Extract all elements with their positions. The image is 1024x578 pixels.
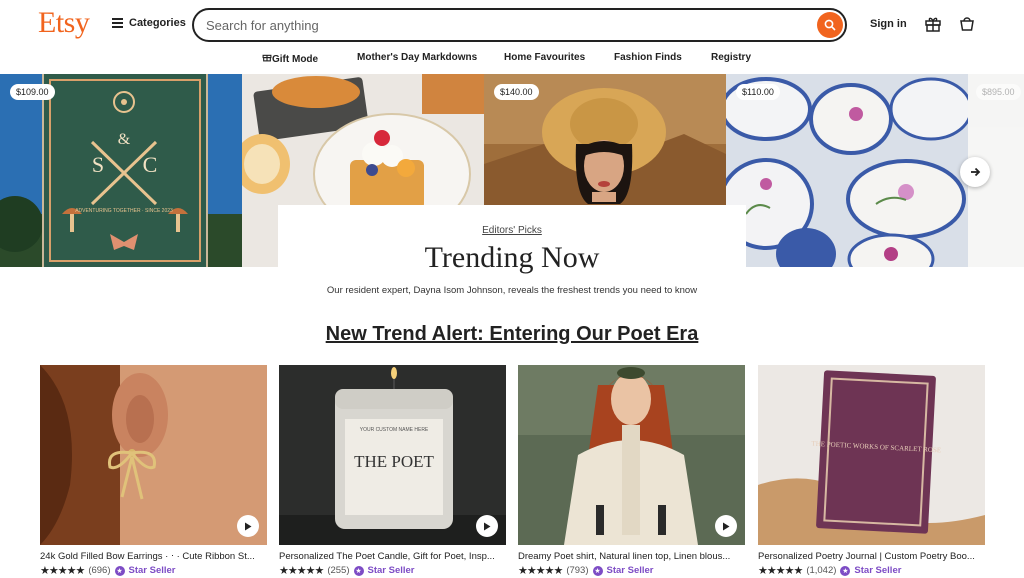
star-seller-icon: ★ <box>114 565 125 576</box>
sign-in-link[interactable]: Sign in <box>870 18 907 30</box>
play-icon <box>245 522 252 530</box>
product-title[interactable]: Personalized The Poet Candle, Gift for P… <box>279 551 506 562</box>
hero-image-pottery[interactable]: $110.00 <box>726 74 968 267</box>
price-tag: $140.00 <box>494 84 539 100</box>
price-tag: $109.00 <box>10 84 55 100</box>
search-bar <box>192 8 847 42</box>
star-seller-icon: ★ <box>592 565 603 576</box>
categories-button[interactable]: Categories <box>112 17 186 29</box>
tapestry-illustration: & S C ADVENTURING TOGETHER · SINCE 2023 <box>0 74 242 267</box>
review-count: (1,042) <box>806 565 837 576</box>
nav-item-mothers-day[interactable]: Mother's Day Markdowns <box>357 52 477 63</box>
review-count: (793) <box>566 565 589 576</box>
product-title[interactable]: 24k Gold Filled Bow Earrings · ⋅ · Cute … <box>40 551 267 562</box>
candle-label-top: YOUR CUSTOM NAME HERE <box>360 427 429 433</box>
gift-icon[interactable] <box>924 15 942 33</box>
star-seller-icon: ★ <box>353 565 364 576</box>
svg-text:&: & <box>118 131 131 148</box>
product-title[interactable]: Dreamy Poet shirt, Natural linen top, Li… <box>518 551 745 562</box>
hero-image-tapestry[interactable]: & S C ADVENTURING TOGETHER · SINCE 2023 … <box>0 74 242 267</box>
product-image-journal[interactable]: THE POETIC WORKS OF SCARLET ROSE <box>758 365 985 545</box>
carousel-next-button[interactable] <box>960 157 990 187</box>
trending-description: Our resident expert, Dayna Isom Johnson,… <box>326 285 698 296</box>
nav-item-fashion-finds[interactable]: Fashion Finds <box>614 52 682 63</box>
play-icon <box>723 522 730 530</box>
nav-item-gift-mode[interactable]: Gift Mode <box>262 52 318 65</box>
price-tag: $895.00 <box>976 84 1021 100</box>
poet-shirt-photo <box>518 365 745 545</box>
star-seller-label: Star Seller <box>854 565 902 576</box>
nav-item-registry[interactable]: Registry <box>711 52 751 63</box>
video-play-button[interactable] <box>715 515 737 537</box>
rating-stars: ★★★★★ <box>758 565 803 577</box>
search-icon <box>824 19 836 31</box>
editors-picks-card: Editors' Picks Trending Now Our resident… <box>278 205 746 330</box>
pottery-photo <box>726 74 968 267</box>
review-count: (255) <box>327 565 350 576</box>
journal-photo: THE POETIC WORKS OF SCARLET ROSE <box>758 365 985 545</box>
etsy-logo[interactable]: Etsy <box>38 6 90 40</box>
rating-stars: ★★★★★ <box>518 565 563 577</box>
price-tag: $110.00 <box>736 84 780 100</box>
star-seller-label: Star Seller <box>128 565 176 576</box>
video-play-button[interactable] <box>237 515 259 537</box>
category-nav: Gift Mode Mother's Day Markdowns Home Fa… <box>0 50 1024 68</box>
review-count: (696) <box>88 565 111 576</box>
product-rating: ★★★★★ (696) ★ Star Seller <box>40 564 267 577</box>
product-rating: ★★★★★ (255) ★ Star Seller <box>279 564 506 577</box>
trending-title: Trending Now <box>424 241 600 274</box>
rating-stars: ★★★★★ <box>40 565 85 577</box>
star-seller-label: Star Seller <box>606 565 654 576</box>
product-title[interactable]: Personalized Poetry Journal | Custom Poe… <box>758 551 985 562</box>
svg-text:C: C <box>143 152 158 177</box>
svg-text:S: S <box>92 152 104 177</box>
star-seller-label: Star Seller <box>367 565 415 576</box>
arrow-right-icon <box>971 167 981 177</box>
video-play-button[interactable] <box>476 515 498 537</box>
product-rating: ★★★★★ (1,042) ★ Star Seller <box>758 564 985 577</box>
search-input[interactable] <box>206 16 806 34</box>
menu-icon <box>112 18 123 28</box>
nav-item-home-favourites[interactable]: Home Favourites <box>504 52 585 63</box>
star-seller-icon: ★ <box>840 565 851 576</box>
site-header: Etsy Categories Sign in <box>0 0 1024 48</box>
earring-photo <box>40 365 267 545</box>
nav-item-label: Gift Mode <box>272 54 319 65</box>
product-image-shirt[interactable] <box>518 365 745 545</box>
candle-label: THE POET <box>354 452 434 471</box>
rating-stars: ★★★★★ <box>279 565 324 577</box>
search-button[interactable] <box>817 12 843 38</box>
product-rating: ★★★★★ (793) ★ Star Seller <box>518 564 745 577</box>
editors-picks-link[interactable]: Editors' Picks <box>278 225 746 236</box>
categories-label: Categories <box>129 17 186 29</box>
candle-photo: YOUR CUSTOM NAME HERE THE POET <box>279 365 506 545</box>
product-image-candle[interactable]: YOUR CUSTOM NAME HERE THE POET <box>279 365 506 545</box>
play-icon <box>484 522 491 530</box>
product-image-earrings[interactable] <box>40 365 267 545</box>
cart-icon[interactable] <box>958 15 976 33</box>
trend-alert-heading[interactable]: New Trend Alert: Entering Our Poet Era <box>0 323 1024 346</box>
gift-icon <box>262 54 272 62</box>
tapestry-text: ADVENTURING TOGETHER · SINCE 2023 <box>75 208 173 214</box>
